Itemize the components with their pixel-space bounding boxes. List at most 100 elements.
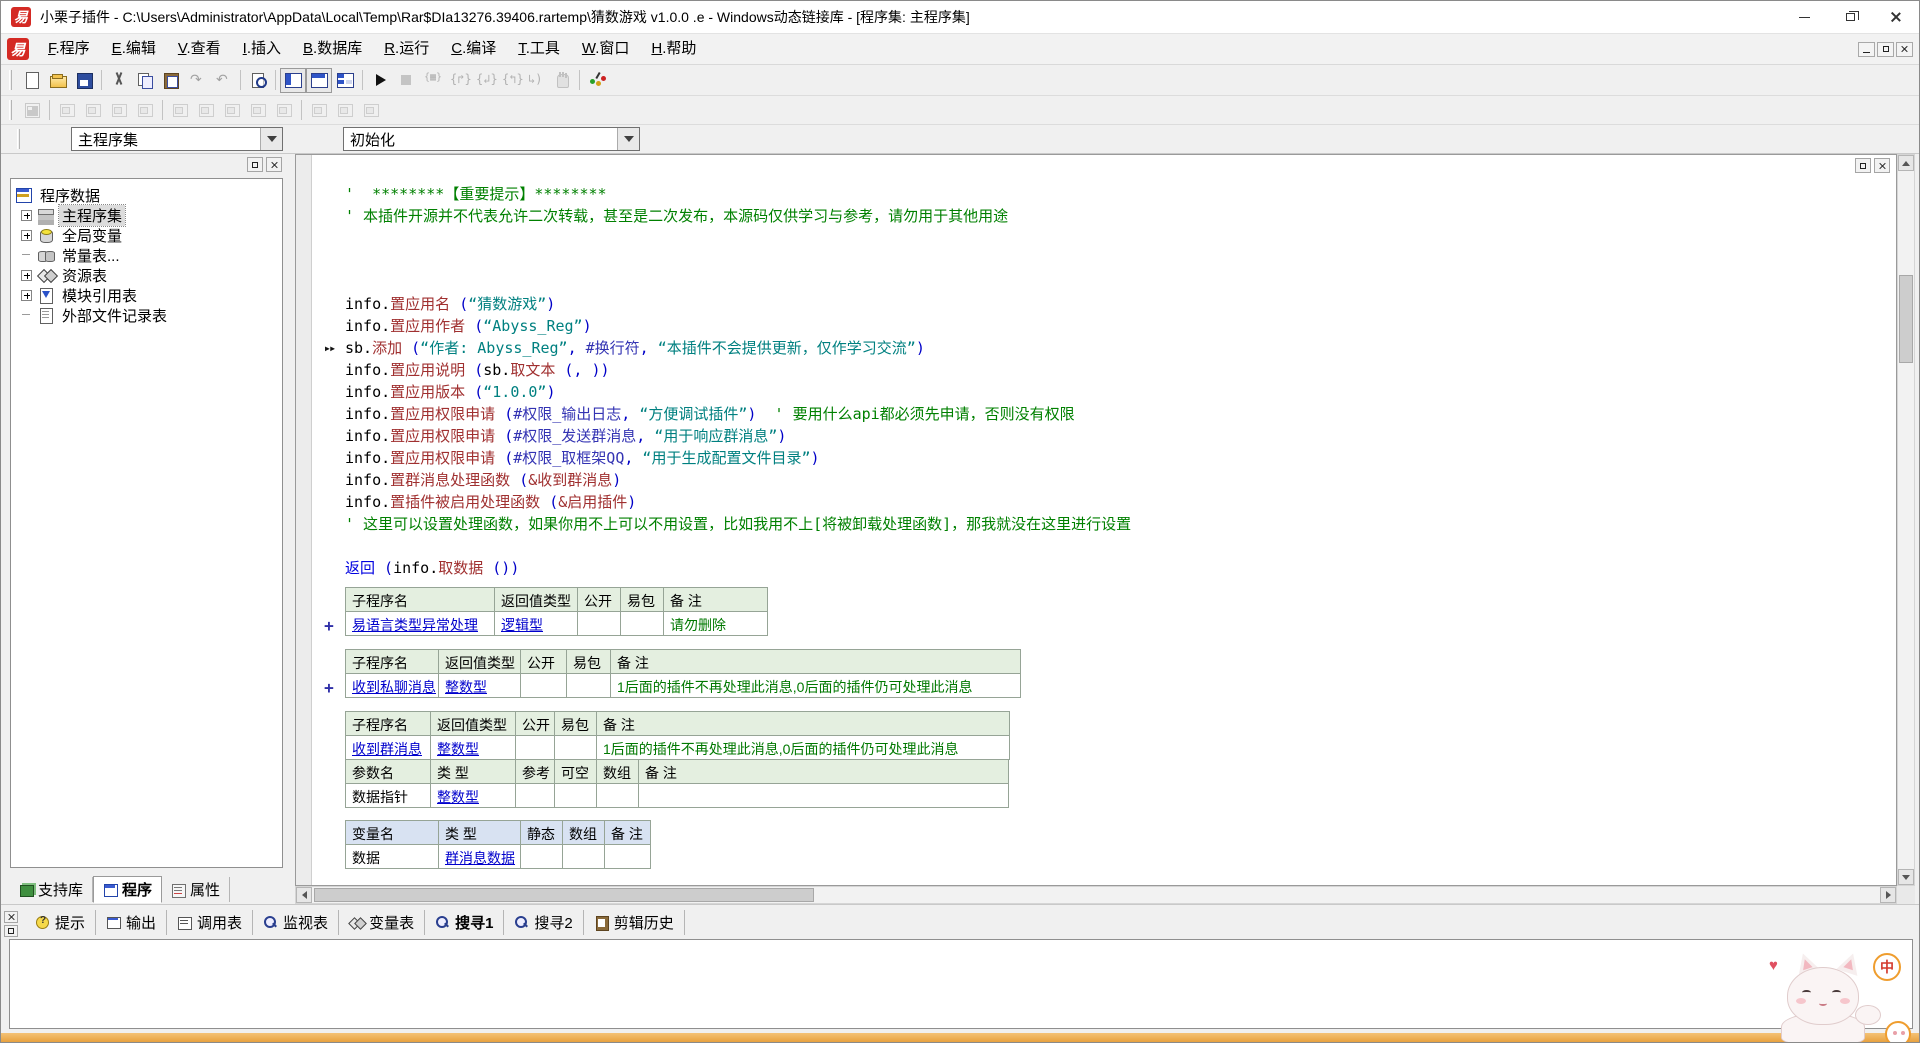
- table-cell[interactable]: 收到群消息: [345, 735, 431, 760]
- scroll-up-button[interactable]: [1898, 155, 1914, 171]
- editor-close-button[interactable]: [1874, 158, 1890, 173]
- scroll-right-button[interactable]: [1880, 887, 1896, 903]
- copy-button[interactable]: [132, 68, 158, 93]
- menu-item-T[interactable]: T.工具: [507, 34, 571, 64]
- output-panel-dock-button[interactable]: [4, 925, 18, 937]
- output-tab-4[interactable]: 变量表: [339, 910, 425, 935]
- output-tab-2[interactable]: 调用表: [167, 910, 253, 935]
- workspace-tab-0[interactable]: 支持库: [10, 877, 93, 902]
- editor-vertical-scrollbar[interactable]: [1897, 154, 1915, 886]
- menu-item-R[interactable]: R.运行: [373, 34, 440, 64]
- tree-item-3[interactable]: 资源表: [15, 265, 278, 285]
- table-cell[interactable]: 易语言类型异常处理: [345, 611, 495, 636]
- menu-item-I[interactable]: I.插入: [232, 34, 292, 64]
- fold-plus-icon[interactable]: +: [313, 649, 345, 699]
- new-button[interactable]: [19, 68, 45, 93]
- code-segment: (: [495, 405, 513, 423]
- wizard-button[interactable]: [584, 68, 610, 93]
- table-cell: [515, 783, 555, 808]
- code-segment: #权限_发送群消息: [513, 427, 636, 445]
- code-line: [313, 535, 1894, 557]
- workspace-tab-1[interactable]: 程序: [93, 876, 162, 903]
- ime-pet[interactable]: ♥: [1767, 943, 1891, 1043]
- fold-plus-icon[interactable]: +: [313, 587, 345, 637]
- table-cell[interactable]: 整数型: [438, 673, 521, 698]
- menu-item-F[interactable]: F.程序: [37, 34, 101, 64]
- cut-button[interactable]: [106, 68, 132, 93]
- output-panel-close-button[interactable]: [4, 911, 18, 923]
- table-cell[interactable]: 群消息数据: [438, 844, 521, 869]
- chevron-down-icon[interactable]: [617, 128, 639, 150]
- table-cell[interactable]: 整数型: [430, 735, 516, 760]
- editor-restore-button[interactable]: [1855, 158, 1871, 173]
- open-button[interactable]: [45, 68, 71, 93]
- al5-icon: [171, 101, 189, 119]
- expand-plus-icon[interactable]: [21, 230, 32, 241]
- output-tab-6[interactable]: 搜寻2: [504, 910, 583, 935]
- table-row: 易语言类型异常处理逻辑型请勿删除: [345, 612, 768, 636]
- restore-button[interactable]: [1827, 1, 1873, 34]
- expand-plus-icon[interactable]: [21, 290, 32, 301]
- workspace-tab-2[interactable]: 属性: [162, 877, 230, 902]
- chevron-down-icon[interactable]: [260, 128, 282, 150]
- vertical-scroll-thumb[interactable]: [1899, 275, 1913, 363]
- table-header-cell: 子程序名: [345, 587, 495, 612]
- code-segment: (: [510, 471, 528, 489]
- tree-item-4[interactable]: 模块引用表: [15, 285, 278, 305]
- layout2-button[interactable]: [306, 68, 332, 93]
- menu-item-V[interactable]: V.查看: [167, 34, 232, 64]
- al5-button: [167, 98, 193, 123]
- minimize-button[interactable]: [1781, 1, 1827, 34]
- panel-close-button[interactable]: [266, 157, 282, 172]
- code-editor[interactable]: ' ********【重要提示】********' 本插件开源并不代表允许二次转…: [295, 154, 1897, 886]
- code-segment: (: [465, 361, 483, 379]
- output-tab-0[interactable]: 提示: [25, 910, 96, 935]
- run-button[interactable]: [367, 68, 393, 93]
- mdi-restore-button[interactable]: [1877, 42, 1894, 57]
- mdi-minimize-button[interactable]: [1858, 42, 1875, 57]
- assembly-combobox[interactable]: 主程序集: [71, 127, 283, 151]
- al10-icon: [310, 101, 328, 119]
- output-tab-3[interactable]: 监视表: [253, 910, 339, 935]
- close-button[interactable]: [1873, 1, 1919, 34]
- search-results-area[interactable]: [9, 939, 1913, 1029]
- output-tab-5[interactable]: 搜寻1: [425, 910, 504, 935]
- horizontal-scroll-thumb[interactable]: [314, 888, 814, 902]
- output-tab-1[interactable]: 输出: [96, 910, 167, 935]
- table-header-cell: 易包: [566, 649, 611, 674]
- output-tab-7[interactable]: 剪辑历史: [584, 910, 685, 935]
- table-cell[interactable]: 收到私聊消息: [345, 673, 439, 698]
- menu-item-H[interactable]: H.帮助: [640, 34, 707, 64]
- tree-item-5[interactable]: 外部文件记录表: [15, 305, 278, 325]
- table-row: 收到群消息整数型1后面的插件不再处理此消息,0后面的插件仍可处理此消息: [345, 736, 1010, 760]
- tree-item-1[interactable]: 全局变量: [15, 225, 278, 245]
- menu-item-C[interactable]: C.编译: [440, 34, 507, 64]
- menu-item-E[interactable]: E.编辑: [101, 34, 167, 64]
- output-tab-label: 搜寻2: [534, 912, 572, 933]
- expand-plus-icon[interactable]: [21, 270, 32, 281]
- scroll-left-button[interactable]: [296, 887, 312, 903]
- tree-item-2[interactable]: 常量表...: [15, 245, 278, 265]
- editor-gutter: [296, 155, 312, 885]
- table-cell[interactable]: 逻辑型: [494, 611, 578, 636]
- code-line-text: info.置应用权限申请 (#权限_发送群消息, “用于响应群消息”): [345, 425, 786, 447]
- scroll-down-button[interactable]: [1898, 869, 1914, 885]
- save-button[interactable]: [71, 68, 97, 93]
- tree-root-item[interactable]: 程序数据: [15, 185, 278, 205]
- ime-language-button[interactable]: 中: [1873, 953, 1901, 981]
- mdi-close-button[interactable]: [1896, 42, 1913, 57]
- find-button[interactable]: [245, 68, 271, 93]
- panel-restore-button[interactable]: [247, 157, 263, 172]
- menu-item-B[interactable]: B.数据库: [292, 34, 373, 64]
- table-cell[interactable]: 整数型: [430, 783, 516, 808]
- paste-button[interactable]: [158, 68, 184, 93]
- layout3-button[interactable]: [332, 68, 358, 93]
- menu-item-W[interactable]: W.窗口: [571, 34, 641, 64]
- method-combobox[interactable]: 初始化: [343, 127, 640, 151]
- editor-horizontal-scrollbar[interactable]: [295, 886, 1897, 904]
- ime-pet-mini-icon[interactable]: [1885, 1021, 1911, 1043]
- layout1-button[interactable]: [280, 68, 306, 93]
- expand-plus-icon[interactable]: [21, 210, 32, 221]
- tree-item-0[interactable]: 主程序集: [15, 205, 278, 225]
- panel-splitter[interactable]: [286, 154, 295, 904]
